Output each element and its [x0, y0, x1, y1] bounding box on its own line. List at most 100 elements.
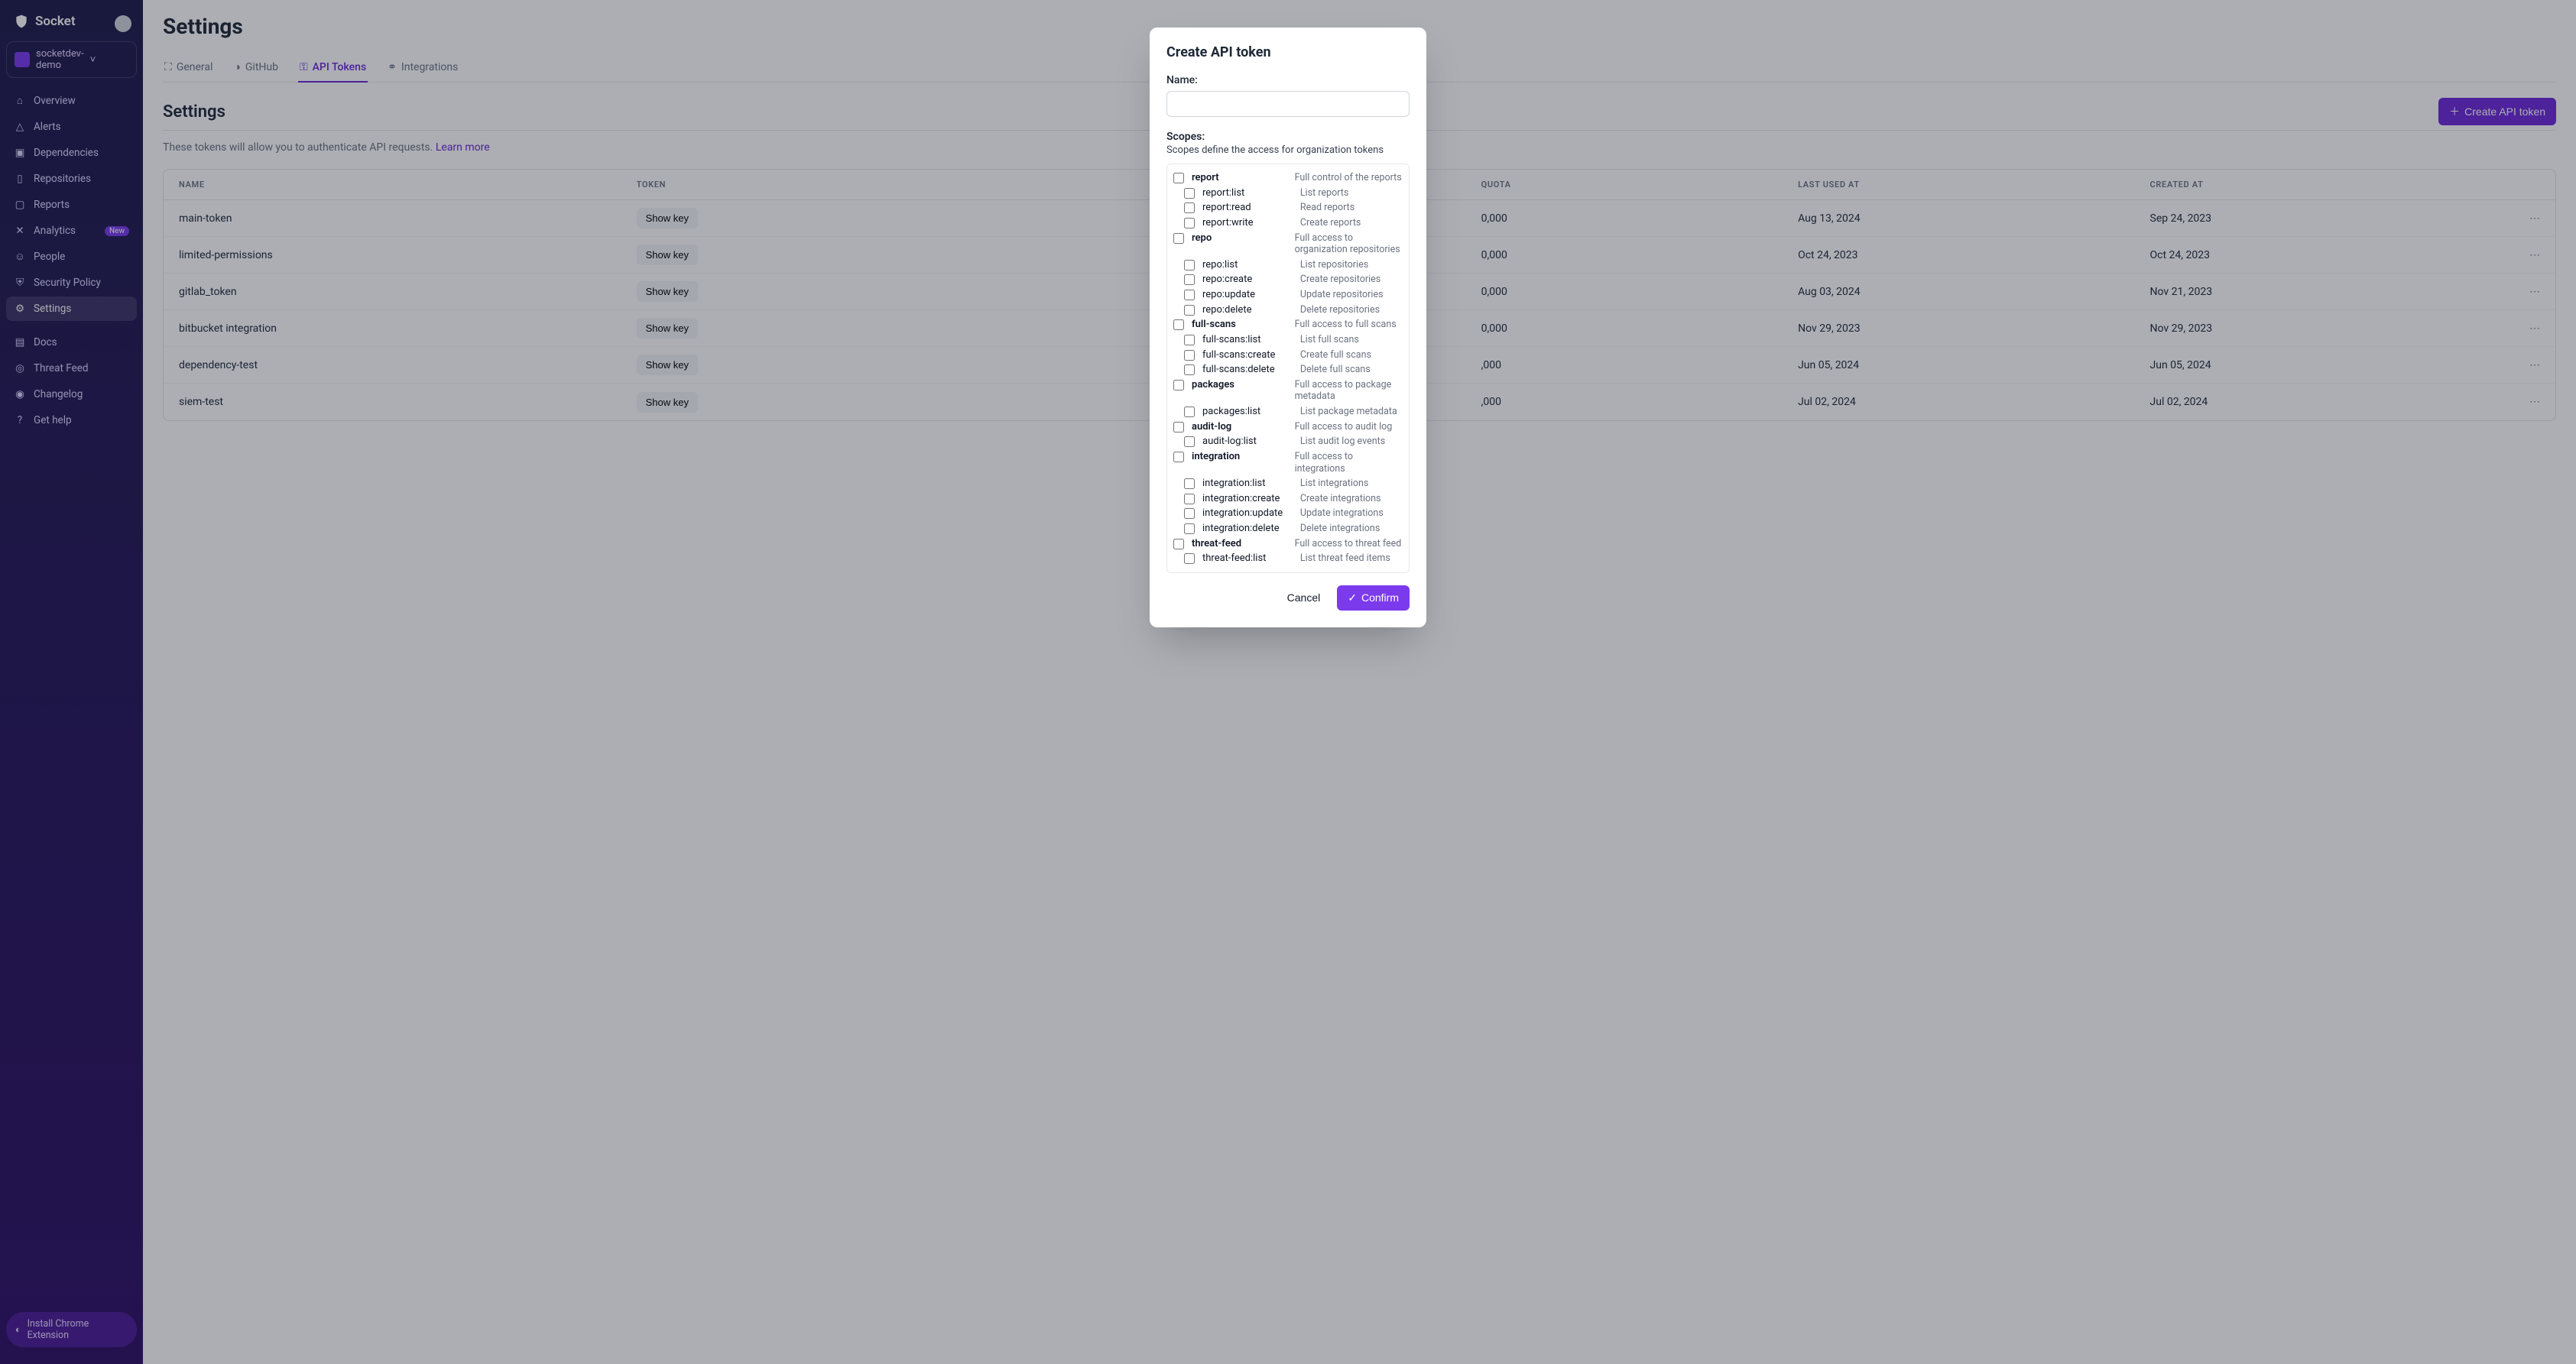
scope-row: threat-feed Full access to threat feed: [1173, 538, 1403, 550]
scope-row: repo:update Update repositories: [1173, 289, 1403, 301]
scope-row: audit-log:list List audit log events: [1173, 436, 1403, 448]
scope-help: List package metadata: [1300, 406, 1403, 418]
scope-checkbox[interactable]: [1173, 380, 1184, 390]
scope-name: integration:list: [1202, 478, 1296, 489]
scope-checkbox[interactable]: [1184, 364, 1195, 375]
modal-backdrop[interactable]: Create API token Name: Scopes: Scopes de…: [0, 0, 2576, 1364]
scope-name: integration: [1192, 451, 1290, 462]
scope-row: integration:update Update integrations: [1173, 507, 1403, 520]
scope-name: repo:delete: [1202, 304, 1296, 316]
scope-checkbox[interactable]: [1184, 523, 1195, 534]
scope-row: repo:delete Delete repositories: [1173, 304, 1403, 316]
scope-name: integration:delete: [1202, 523, 1296, 534]
scope-name: audit-log:list: [1202, 436, 1296, 447]
confirm-button[interactable]: ✓ Confirm: [1337, 585, 1410, 611]
scope-help: List audit log events: [1300, 436, 1403, 448]
scope-help: List threat feed items: [1300, 552, 1403, 565]
scope-help: Full access to package metadata: [1295, 379, 1403, 403]
scope-name: repo:create: [1202, 274, 1296, 285]
scope-name: repo:update: [1202, 289, 1296, 300]
scope-checkbox[interactable]: [1184, 494, 1195, 504]
scope-checkbox[interactable]: [1173, 452, 1184, 462]
scope-row: packages Full access to package metadata: [1173, 379, 1403, 403]
scope-checkbox[interactable]: [1184, 407, 1195, 417]
scopes-list: report Full control of the reports repor…: [1166, 164, 1410, 573]
scope-name: packages:list: [1202, 406, 1296, 417]
scope-row: report Full control of the reports: [1173, 172, 1403, 184]
scope-checkbox[interactable]: [1173, 539, 1184, 549]
check-icon: ✓: [1348, 591, 1357, 604]
name-label: Name:: [1166, 74, 1410, 86]
scope-checkbox[interactable]: [1173, 233, 1184, 244]
scope-checkbox[interactable]: [1173, 319, 1184, 330]
scope-row: report:list List reports: [1173, 187, 1403, 199]
scope-row: integration:create Create integrations: [1173, 493, 1403, 505]
scope-row: repo Full access to organization reposit…: [1173, 232, 1403, 256]
scope-help: List reports: [1300, 187, 1403, 199]
scope-name: full-scans: [1192, 319, 1290, 330]
scope-checkbox[interactable]: [1184, 188, 1195, 199]
scope-name: packages: [1192, 379, 1290, 390]
scope-checkbox[interactable]: [1184, 290, 1195, 300]
scope-checkbox[interactable]: [1184, 508, 1195, 519]
scope-row: integration:delete Delete integrations: [1173, 523, 1403, 535]
scope-checkbox[interactable]: [1184, 218, 1195, 228]
scopes-description: Scopes define the access for organizatio…: [1166, 144, 1410, 156]
scope-help: List integrations: [1300, 478, 1403, 490]
confirm-label: Confirm: [1361, 591, 1399, 604]
scope-name: report: [1192, 172, 1290, 183]
scope-checkbox[interactable]: [1173, 173, 1184, 183]
scope-help: Full access to full scans: [1295, 319, 1403, 331]
scope-name: audit-log: [1192, 421, 1290, 433]
scope-checkbox[interactable]: [1184, 305, 1195, 316]
scope-help: Full access to audit log: [1295, 421, 1403, 433]
scope-name: report:read: [1202, 202, 1296, 213]
scope-help: Full access to threat feed: [1295, 538, 1403, 550]
token-name-input[interactable]: [1166, 91, 1410, 117]
scope-help: Create reports: [1300, 217, 1403, 229]
scope-name: integration:update: [1202, 507, 1296, 519]
scope-checkbox[interactable]: [1184, 553, 1195, 564]
scope-row: repo:list List repositories: [1173, 259, 1403, 271]
scope-checkbox[interactable]: [1184, 478, 1195, 489]
scope-help: Create integrations: [1300, 493, 1403, 505]
scope-help: List repositories: [1300, 259, 1403, 271]
scope-checkbox[interactable]: [1173, 422, 1184, 433]
scope-checkbox[interactable]: [1184, 202, 1195, 213]
scope-help: Delete integrations: [1300, 523, 1403, 535]
scope-name: repo:list: [1202, 259, 1296, 271]
scope-help: List full scans: [1300, 334, 1403, 346]
cancel-button[interactable]: Cancel: [1278, 585, 1330, 611]
scope-row: packages:list List package metadata: [1173, 406, 1403, 418]
scope-checkbox[interactable]: [1184, 260, 1195, 271]
scope-row: full-scans:list List full scans: [1173, 334, 1403, 346]
scope-help: Read reports: [1300, 202, 1403, 214]
scope-help: Create repositories: [1300, 274, 1403, 286]
scope-name: full-scans:create: [1202, 349, 1296, 361]
scope-name: threat-feed: [1192, 538, 1290, 549]
scope-name: threat-feed:list: [1202, 552, 1296, 564]
scope-name: report:write: [1202, 217, 1296, 228]
scope-row: report:read Read reports: [1173, 202, 1403, 214]
scope-row: report:write Create reports: [1173, 217, 1403, 229]
scope-help: Full access to integrations: [1295, 451, 1403, 475]
scope-checkbox[interactable]: [1184, 436, 1195, 447]
scope-row: full-scans:create Create full scans: [1173, 349, 1403, 361]
scope-name: integration:create: [1202, 493, 1296, 504]
scope-help: Full control of the reports: [1295, 172, 1403, 184]
scope-row: full-scans Full access to full scans: [1173, 319, 1403, 331]
scope-help: Full access to organization repositories: [1295, 232, 1403, 256]
scope-row: integration Full access to integrations: [1173, 451, 1403, 475]
scope-help: Update integrations: [1300, 507, 1403, 520]
scope-checkbox[interactable]: [1184, 274, 1195, 285]
scope-name: full-scans:list: [1202, 334, 1296, 345]
scope-checkbox[interactable]: [1184, 335, 1195, 345]
scope-help: Create full scans: [1300, 349, 1403, 361]
scope-row: full-scans:delete Delete full scans: [1173, 364, 1403, 376]
scope-row: repo:create Create repositories: [1173, 274, 1403, 286]
scope-checkbox[interactable]: [1184, 350, 1195, 361]
scope-help: Update repositories: [1300, 289, 1403, 301]
scope-name: repo: [1192, 232, 1290, 244]
scope-row: threat-feed:list List threat feed items: [1173, 552, 1403, 565]
scopes-label: Scopes:: [1166, 131, 1410, 143]
